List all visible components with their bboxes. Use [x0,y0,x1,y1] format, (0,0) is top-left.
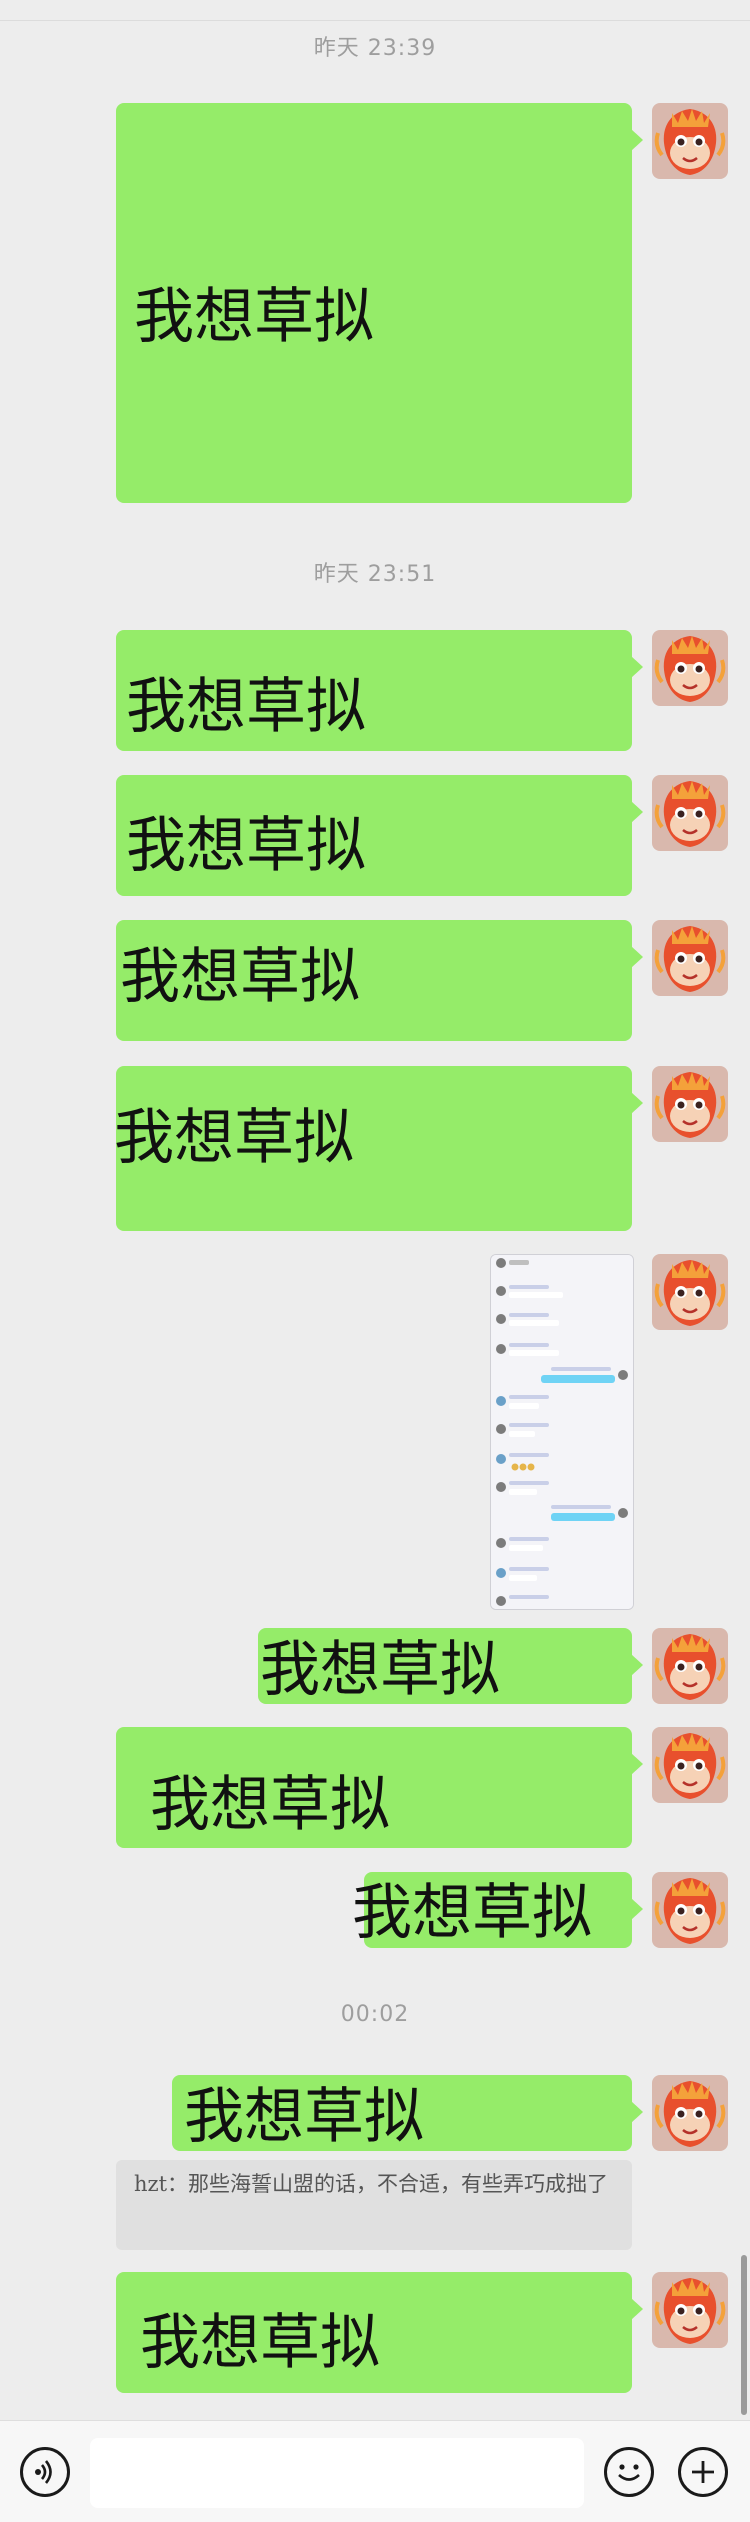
chat-screenshot-thumbnail [491,1255,633,1609]
message-bubble[interactable]: 我想草拟 [116,2272,643,2393]
avatar[interactable] [652,2272,728,2348]
message-bubble[interactable]: 我想草拟 [352,1872,643,1948]
message-text: 我想草拟 [140,2308,380,2378]
message-bubble[interactable]: 我想草拟 [116,920,643,1041]
message-bubble[interactable]: 我想草拟 [116,103,643,503]
message-text: 我想草拟 [184,2082,424,2152]
dragon-avatar-icon [652,1727,728,1803]
message-bubble[interactable]: 我想草拟 [116,775,643,896]
more-button[interactable] [678,2447,728,2497]
dragon-avatar-icon [652,103,728,179]
message-input[interactable] [90,2438,584,2508]
avatar[interactable] [652,1628,728,1704]
dragon-avatar-icon [652,1066,728,1142]
avatar[interactable] [652,2075,728,2151]
plus-icon [692,2461,714,2483]
message-text: 我想草拟 [134,282,374,352]
avatar[interactable] [652,103,728,179]
input-bar [0,2420,750,2522]
voice-icon [35,2460,52,2484]
dragon-avatar-icon [652,775,728,851]
scrollbar[interactable] [741,2255,747,2415]
avatar[interactable] [652,1727,728,1803]
message-bubble[interactable]: 我想草拟 [172,2075,643,2152]
dragon-avatar-icon [652,2272,728,2348]
emoji-icon [618,2464,640,2481]
dragon-avatar-icon [652,2075,728,2151]
message-text: 我想草拟 [352,1878,592,1948]
emoji-button[interactable] [604,2447,654,2497]
avatar[interactable] [652,1872,728,1948]
avatar[interactable] [652,775,728,851]
avatar[interactable] [652,920,728,996]
message-bubble[interactable]: 我想草拟 [258,1628,643,1705]
message-text: 我想草拟 [114,1103,354,1173]
dragon-avatar-icon [652,920,728,996]
message-bubble[interactable]: 我想草拟 [116,630,643,751]
message-bubble[interactable]: 我想草拟 [114,1066,643,1231]
message-text: 我想草拟 [260,1635,500,1705]
top-divider [0,0,750,21]
message-text: 我想草拟 [150,1770,390,1840]
quoted-message[interactable]: hzt：那些海誓山盟的话，不合适，有些弄巧成拙了 [116,2160,632,2250]
timestamp: 昨天 23:51 [313,562,437,587]
avatar[interactable] [652,1066,728,1142]
message-text: 我想草拟 [120,942,360,1012]
timestamp: 昨天 23:39 [313,36,437,61]
dragon-avatar-icon [652,1254,728,1330]
dragon-avatar-icon [652,630,728,706]
avatar[interactable] [652,630,728,706]
message-text: 我想草拟 [126,672,366,742]
message-bubble[interactable]: 我想草拟 [116,1727,643,1848]
voice-button[interactable] [20,2447,70,2497]
dragon-avatar-icon [652,1628,728,1704]
image-message-screenshot[interactable] [490,1254,634,1610]
message-text: 我想草拟 [126,811,366,881]
dragon-avatar-icon [652,1872,728,1948]
timestamp: 00:02 [340,2002,410,2027]
avatar[interactable] [652,1254,728,1330]
